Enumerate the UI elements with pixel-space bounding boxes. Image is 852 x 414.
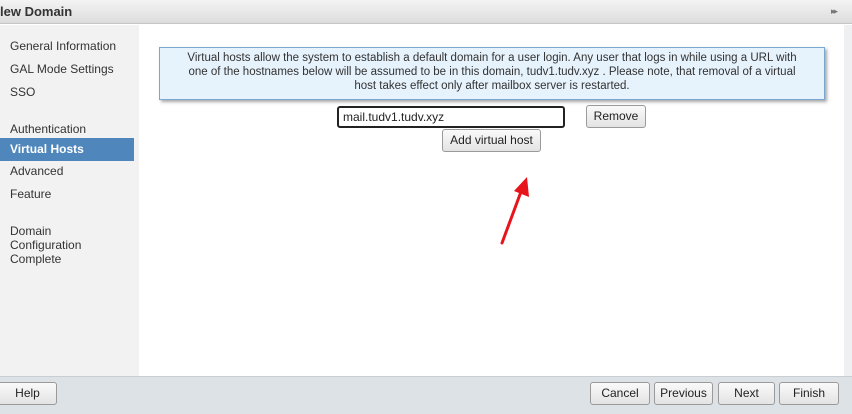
sidebar-item-label: SSO — [10, 85, 36, 99]
sidebar-item-label: Advanced — [10, 164, 64, 178]
sidebar-item-feature[interactable]: Feature — [0, 187, 134, 201]
sidebar-item-label: General Information — [10, 39, 117, 53]
previous-button[interactable]: Previous — [654, 382, 713, 405]
info-line-1: Virtual hosts allow the system to establ… — [187, 52, 797, 64]
double-chevron-right-icon[interactable]: ▸▸ — [831, 6, 838, 17]
cancel-button[interactable]: Cancel — [590, 382, 650, 405]
sidebar-item-label: Virtual Hosts — [10, 142, 84, 156]
add-virtual-host-button[interactable]: Add virtual host — [442, 129, 541, 152]
wizard-sidebar: General Information GAL Mode Settings SS… — [0, 25, 139, 376]
info-message: Virtual hosts allow the system to establ… — [159, 47, 825, 100]
virtual-host-input[interactable] — [337, 106, 565, 128]
red-arrow-icon — [500, 177, 529, 245]
sidebar-item-gal-mode-settings[interactable]: GAL Mode Settings — [0, 62, 134, 76]
virtual-hosts-panel: Virtual hosts allow the system to establ… — [139, 25, 852, 376]
sidebar-item-domain-configuration-complete[interactable]: Domain Configuration Complete — [0, 210, 134, 266]
info-line-3: host takes effect only after mailbox ser… — [354, 80, 630, 92]
finish-button[interactable]: Finish — [779, 382, 839, 405]
dialog-titlebar: lew Domain ▸▸ — [0, 0, 852, 24]
help-button[interactable]: Help — [0, 382, 57, 405]
info-line-2: one of the hostnames below will be assum… — [188, 66, 796, 78]
wizard-footer: Help Cancel Previous Next Finish — [0, 376, 852, 414]
sidebar-item-general-information[interactable]: General Information — [0, 39, 134, 53]
scroll-gutter — [844, 25, 852, 376]
sidebar-item-label: Domain Configuration Complete — [10, 224, 82, 266]
sidebar-item-advanced[interactable]: Advanced — [0, 164, 134, 178]
next-button[interactable]: Next — [718, 382, 775, 405]
dialog-title: lew Domain — [0, 4, 73, 19]
sidebar-item-virtual-hosts[interactable]: Virtual Hosts — [0, 138, 134, 161]
sidebar-item-label: GAL Mode Settings — [10, 62, 114, 76]
remove-button[interactable]: Remove — [586, 105, 646, 128]
sidebar-item-label: Feature — [10, 187, 52, 201]
sidebar-item-sso[interactable]: SSO — [0, 85, 134, 99]
